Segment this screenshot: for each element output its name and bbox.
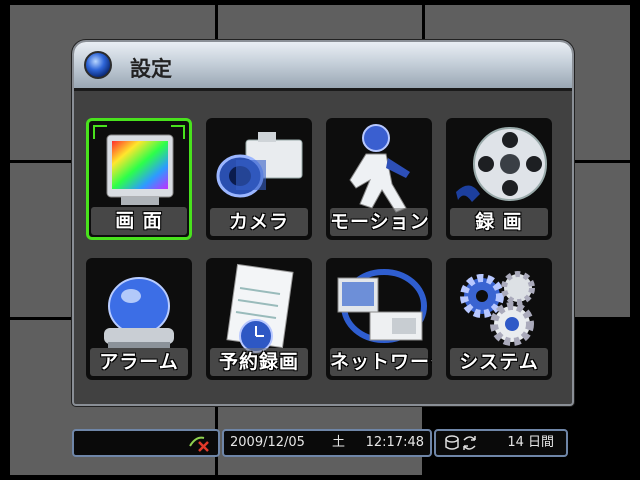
menu-item-label: 録 画 <box>450 208 548 236</box>
menu-item-schedule[interactable]: 予約録画 <box>206 258 312 380</box>
settings-dialog: 設定 画 面 カメラ モーション 録 画 アラーム 予約録画 ネットワー システ… <box>72 40 574 406</box>
menu-item-system[interactable]: システム <box>446 258 552 380</box>
menu-item-record[interactable]: 録 画 <box>446 118 552 240</box>
status-audio <box>72 429 220 457</box>
menu-item-alarm[interactable]: アラーム <box>86 258 192 380</box>
menu-item-label: ネットワーク <box>330 348 432 376</box>
menu-item-label: モーション <box>330 208 429 236</box>
menu-item-display[interactable]: 画 面 <box>86 118 192 240</box>
menu-item-label: 画 面 <box>91 207 187 235</box>
status-day: 土 <box>332 435 346 450</box>
status-storage: 14 日間 <box>434 429 568 457</box>
menu-item-network[interactable]: ネットワーク <box>326 258 432 380</box>
status-datetime: 2009/12/05 土 12:17:48 <box>222 429 432 457</box>
menu-item-label: アラーム <box>90 348 188 376</box>
menu-item-label: システム <box>450 348 548 376</box>
status-time: 12:17:48 <box>365 435 424 450</box>
hdd-cycle-icon <box>445 435 476 450</box>
menu-item-label: 予約録画 <box>210 348 308 376</box>
audio-muted-icon <box>189 436 209 452</box>
status-date: 2009/12/05 <box>230 435 305 450</box>
dialog-titlebar: 設定 <box>74 42 572 91</box>
settings-menu: 画 面 カメラ モーション 録 画 アラーム 予約録画 ネットワー システム <box>86 118 560 390</box>
title-orb-icon <box>84 51 112 79</box>
status-remaining-days: 14 日間 <box>507 435 554 450</box>
menu-item-camera[interactable]: カメラ <box>206 118 312 240</box>
menu-item-motion[interactable]: モーション <box>326 118 432 240</box>
menu-item-label: カメラ <box>210 208 308 236</box>
dialog-title: 設定 <box>130 57 172 81</box>
